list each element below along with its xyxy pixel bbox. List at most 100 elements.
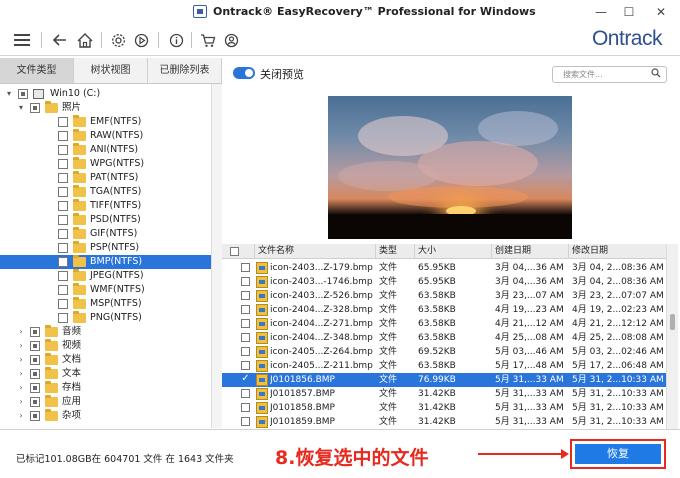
tree-checkbox[interactable] bbox=[58, 117, 68, 127]
tree-checkbox[interactable] bbox=[58, 229, 68, 239]
row-checkbox[interactable] bbox=[241, 389, 250, 398]
tree-item[interactable]: EMF(NTFS) bbox=[0, 115, 221, 129]
tree-checkbox[interactable] bbox=[58, 215, 68, 225]
menu-icon[interactable] bbox=[11, 29, 33, 51]
table-row[interactable]: icon-2405...Z-264.bmp 文件 69.52KB 5月 03,...4… bbox=[222, 345, 666, 359]
tree-item[interactable]: › 音频 bbox=[0, 325, 221, 339]
row-checkbox[interactable]: ✓ bbox=[241, 374, 250, 384]
tree-item[interactable]: PAT(NTFS) bbox=[0, 171, 221, 185]
row-checkbox[interactable] bbox=[241, 263, 250, 272]
tree-item[interactable]: › 存档 bbox=[0, 381, 221, 395]
tree-item[interactable]: RAW(NTFS) bbox=[0, 129, 221, 143]
column-name[interactable]: 文件名称 bbox=[255, 244, 376, 259]
row-checkbox[interactable] bbox=[241, 347, 250, 356]
close-button[interactable]: ✕ bbox=[647, 2, 675, 22]
home-icon[interactable] bbox=[74, 29, 96, 51]
tree-checkbox[interactable] bbox=[30, 383, 40, 393]
tree-checkbox[interactable] bbox=[58, 243, 68, 253]
recover-button[interactable]: 恢复 bbox=[575, 444, 661, 464]
tree-item[interactable]: ▾ Win10 (C:) bbox=[0, 87, 221, 101]
tree-checkbox[interactable] bbox=[58, 313, 68, 323]
tree-checkbox[interactable] bbox=[58, 299, 68, 309]
tree-checkbox[interactable] bbox=[58, 145, 68, 155]
chevron-down-icon[interactable]: ▾ bbox=[16, 101, 26, 115]
tree-item[interactable]: PNG(NTFS) bbox=[0, 311, 221, 325]
user-icon[interactable] bbox=[220, 29, 242, 51]
tree-checkbox[interactable] bbox=[58, 257, 68, 267]
chevron-right-icon[interactable]: › bbox=[16, 353, 26, 367]
tree-checkbox[interactable] bbox=[30, 355, 40, 365]
tree-item[interactable]: ANI(NTFS) bbox=[0, 143, 221, 157]
row-checkbox[interactable] bbox=[241, 333, 250, 342]
tree-checkbox[interactable] bbox=[58, 187, 68, 197]
tree-checkbox[interactable] bbox=[58, 271, 68, 281]
table-row[interactable]: icon-2404...Z-328.bmp 文件 63.58KB 4月 19,...2… bbox=[222, 303, 666, 317]
tree-scrollbar[interactable] bbox=[211, 84, 222, 428]
tab-deleted-list[interactable]: 已删除列表 bbox=[148, 58, 222, 83]
tree-item[interactable]: › 文本 bbox=[0, 367, 221, 381]
chevron-right-icon[interactable]: › bbox=[16, 367, 26, 381]
search-input[interactable]: 搜索文件... bbox=[552, 66, 667, 83]
scrollbar-thumb[interactable] bbox=[670, 314, 675, 330]
tree-item[interactable]: PSD(NTFS) bbox=[0, 213, 221, 227]
column-size[interactable]: 大小 bbox=[415, 244, 492, 259]
tree-item[interactable]: MSP(NTFS) bbox=[0, 297, 221, 311]
column-created[interactable]: 创建日期 bbox=[492, 244, 569, 259]
chevron-right-icon[interactable]: › bbox=[16, 381, 26, 395]
table-row[interactable]: icon-2404...Z-271.bmp 文件 63.58KB 4月 21,...1… bbox=[222, 317, 666, 331]
column-type[interactable]: 类型 bbox=[376, 244, 415, 259]
table-row[interactable]: ✓ J0101856.BMP 文件 76.99KB 5月 31,...33 AM 5月 3… bbox=[222, 373, 666, 387]
tree-checkbox[interactable] bbox=[30, 103, 40, 113]
tree-checkbox[interactable] bbox=[58, 131, 68, 141]
row-checkbox[interactable] bbox=[241, 319, 250, 328]
tree-checkbox[interactable] bbox=[58, 159, 68, 169]
tree-item[interactable]: TGA(NTFS) bbox=[0, 185, 221, 199]
row-checkbox[interactable] bbox=[241, 403, 250, 412]
tree-item[interactable]: WPG(NTFS) bbox=[0, 157, 221, 171]
table-row[interactable]: J0101859.BMP 文件 31.42KB 5月 31,...33 AM 5月 31… bbox=[222, 415, 666, 429]
select-all-checkbox[interactable] bbox=[230, 247, 239, 256]
tree-item[interactable]: GIF(NTFS) bbox=[0, 227, 221, 241]
row-checkbox[interactable] bbox=[241, 277, 250, 286]
back-icon[interactable] bbox=[49, 29, 71, 51]
chevron-down-icon[interactable]: ▾ bbox=[4, 87, 14, 101]
row-checkbox[interactable] bbox=[241, 417, 250, 426]
table-row[interactable]: icon-2403...-1746.bmp 文件 65.95KB 3月 04,...3… bbox=[222, 275, 666, 289]
preview-toggle[interactable] bbox=[233, 67, 255, 79]
chevron-right-icon[interactable]: › bbox=[16, 409, 26, 423]
search-icon[interactable] bbox=[651, 68, 661, 81]
tree-item[interactable]: ▾ 照片 bbox=[0, 101, 221, 115]
select-all-cell[interactable] bbox=[222, 244, 255, 259]
chevron-right-icon[interactable]: › bbox=[16, 395, 26, 409]
tree-item[interactable]: › 应用 bbox=[0, 395, 221, 409]
tree-item[interactable]: TIFF(NTFS) bbox=[0, 199, 221, 213]
row-checkbox[interactable] bbox=[241, 361, 250, 370]
row-checkbox[interactable] bbox=[241, 305, 250, 314]
table-row[interactable]: icon-2405...Z-211.bmp 文件 63.58KB 5月 17,...4… bbox=[222, 359, 666, 373]
table-row[interactable]: icon-2403...Z-179.bmp 文件 65.95KB 3月 04,...3… bbox=[222, 261, 666, 275]
table-scrollbar[interactable] bbox=[666, 244, 678, 429]
tree-checkbox[interactable] bbox=[30, 411, 40, 421]
chevron-right-icon[interactable]: › bbox=[16, 339, 26, 353]
tree-checkbox[interactable] bbox=[58, 285, 68, 295]
tree-item[interactable]: › 文档 bbox=[0, 353, 221, 367]
tree-checkbox[interactable] bbox=[58, 201, 68, 211]
tree-item[interactable]: JPEG(NTFS) bbox=[0, 269, 221, 283]
table-row[interactable]: icon-2404...Z-348.bmp 文件 63.58KB 4月 25,...0… bbox=[222, 331, 666, 345]
minimize-button[interactable]: — bbox=[587, 2, 615, 22]
tree-checkbox[interactable] bbox=[30, 369, 40, 379]
table-row[interactable]: J0101857.BMP 文件 31.42KB 5月 31,...33 AM 5月 31… bbox=[222, 387, 666, 401]
tree-item[interactable]: WMF(NTFS) bbox=[0, 283, 221, 297]
table-row[interactable]: J0101858.BMP 文件 31.42KB 5月 31,...33 AM 5月 31… bbox=[222, 401, 666, 415]
tree-checkbox[interactable] bbox=[18, 89, 28, 99]
tree-checkbox[interactable] bbox=[30, 397, 40, 407]
tree-item[interactable]: BMP(NTFS) bbox=[0, 255, 221, 269]
info-icon[interactable] bbox=[165, 29, 187, 51]
tree-checkbox[interactable] bbox=[30, 327, 40, 337]
column-modified[interactable]: 修改日期 bbox=[569, 244, 666, 259]
tree-checkbox[interactable] bbox=[30, 341, 40, 351]
maximize-button[interactable]: ☐ bbox=[615, 2, 643, 22]
tree-checkbox[interactable] bbox=[58, 173, 68, 183]
row-checkbox[interactable] bbox=[241, 291, 250, 300]
table-row[interactable]: icon-2403...Z-526.bmp 文件 63.58KB 3月 23,...0… bbox=[222, 289, 666, 303]
